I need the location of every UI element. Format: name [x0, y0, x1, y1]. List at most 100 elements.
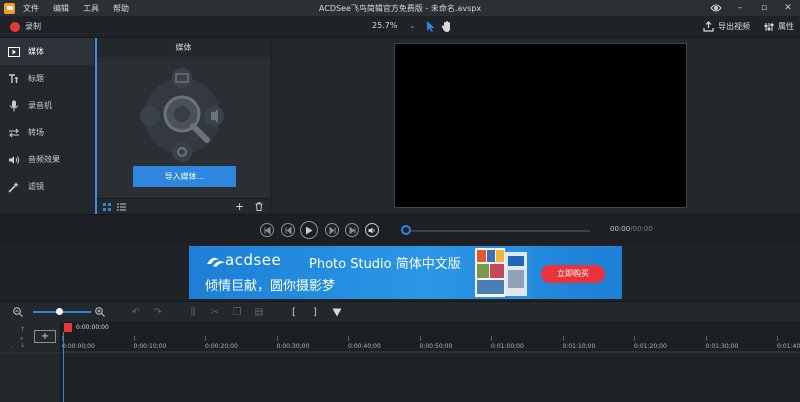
track-header: ↑ ⌕ ↓ + ◦	[0, 322, 61, 402]
pointer-tool-icon[interactable]	[425, 20, 436, 33]
zoom-select[interactable]: 25.7% ⌄	[372, 21, 415, 30]
forward-icon	[329, 226, 335, 234]
ruler-tick	[419, 336, 421, 341]
paste-icon[interactable]: ▤	[253, 306, 265, 318]
split-icon[interactable]: ⫼	[187, 306, 199, 318]
sidebar-item-audio-effect[interactable]: 音频效果	[0, 146, 94, 173]
rewind-icon	[285, 226, 291, 234]
sidebar-item-label: 媒体	[28, 47, 44, 56]
sidebar-item-label: 转场	[28, 128, 44, 137]
previous-icon	[264, 226, 270, 234]
playback-progress-track[interactable]	[405, 230, 590, 232]
timeline-zoom-knob[interactable]	[56, 308, 63, 315]
video-preview-canvas[interactable]	[394, 43, 687, 208]
app-logo-icon	[4, 2, 15, 14]
play-button[interactable]	[300, 221, 318, 239]
buy-now-button[interactable]: 立即购买	[541, 265, 605, 283]
volume-button[interactable]	[365, 223, 379, 237]
microphone-icon	[8, 100, 20, 112]
next-icon	[349, 226, 355, 234]
sidebar-item-label: 音频效果	[28, 155, 60, 164]
next-frame-button[interactable]	[345, 223, 359, 237]
ad-banner[interactable]: acdsee Photo Studio 简体中文版 倾情巨献，圆你摄影梦 立即购…	[189, 246, 622, 299]
previous-frame-button[interactable]	[260, 223, 274, 237]
menu-tools[interactable]: 工具	[83, 3, 99, 14]
trash-icon[interactable]	[255, 202, 263, 211]
sidebar-item-title[interactable]: 标题	[0, 65, 94, 92]
export-label: 导出视频	[718, 22, 750, 31]
mark-out-icon[interactable]: ]	[309, 306, 321, 318]
sidebar-item-label: 录音机	[28, 101, 52, 110]
sidebar-item-recorder[interactable]: 录音机	[0, 92, 94, 119]
properties-icon	[764, 22, 774, 31]
playback-progress-knob[interactable]	[401, 225, 411, 235]
preview-area	[272, 38, 800, 214]
close-icon[interactable]: ✕	[782, 2, 794, 14]
record-icon	[10, 21, 20, 32]
copy-icon[interactable]: ❐	[231, 306, 243, 318]
account-icon[interactable]	[710, 2, 722, 14]
track-divider	[0, 352, 800, 353]
title-bar: 文件 编辑 工具 帮助 ACDSee飞鸟简辑官方免费版 - 未命名.avspx …	[0, 0, 800, 16]
record-button[interactable]: 录制	[10, 21, 41, 32]
timeline-ruler[interactable]: 0:00:00;00 0:00:00;00 0:00:10;00 0:00:20;0…	[62, 322, 800, 352]
title-icon	[8, 73, 20, 85]
timeline: ↑ ⌕ ↓ + ◦ 0:00:00;00 0:00:00;00 0:00:10;0…	[0, 322, 800, 402]
sidebar: 媒体 标题 录音机 转场 音频效果 滤镜	[0, 38, 94, 214]
import-media-button[interactable]: 导入媒体...	[133, 166, 236, 187]
add-media-icon[interactable]: +	[235, 200, 244, 213]
export-video-button[interactable]: 导出视频	[703, 21, 750, 32]
grid-view-icon[interactable]	[103, 203, 111, 211]
ruler-tick-label: 0:01:00;00	[491, 343, 524, 350]
cut-icon[interactable]: ✂	[209, 306, 221, 318]
properties-button[interactable]: 属性	[764, 21, 794, 32]
playback-controls: 00:00/00:00	[0, 214, 800, 245]
track-target-icon: ◦	[10, 344, 14, 351]
playback-time: 00:00/00:00	[610, 225, 653, 233]
media-icon	[8, 46, 20, 58]
zoom-in-icon[interactable]	[94, 306, 106, 318]
transition-icon	[8, 127, 20, 139]
menu-help[interactable]: 帮助	[113, 3, 129, 14]
minimize-icon[interactable]: –	[734, 2, 746, 14]
maximize-icon[interactable]: ▫	[758, 2, 770, 14]
marker-icon[interactable]	[331, 306, 343, 318]
sidebar-item-filter[interactable]: 滤镜	[0, 173, 94, 200]
acdsee-logo-icon	[207, 257, 225, 267]
ruler-tick-label: 0:01:40;0	[777, 343, 800, 350]
current-time: 00:00	[610, 225, 631, 233]
timeline-toolbar: ↶ ↷ ⫼ ✂ ❐ ▤ [ ]	[0, 301, 800, 322]
ruler-tick-label: 0:01:30;00	[705, 343, 739, 350]
product-box-image	[471, 246, 531, 299]
list-view-icon[interactable]	[117, 203, 126, 211]
ruler-tick-label: 0:00:50;00	[419, 343, 453, 350]
export-icon	[703, 21, 714, 32]
rewind-button[interactable]	[281, 223, 295, 237]
total-time: /00:00	[630, 225, 653, 233]
add-track-button[interactable]: +	[34, 330, 56, 343]
forward-button[interactable]	[325, 223, 339, 237]
menu-edit[interactable]: 编辑	[53, 3, 69, 14]
hand-tool-icon[interactable]	[441, 20, 453, 33]
banner-brand: acdsee	[225, 251, 282, 269]
video-track[interactable]	[62, 352, 800, 402]
sidebar-item-media[interactable]: 媒体	[0, 38, 94, 65]
ruler-tick-label: 0:00:20;00	[205, 343, 238, 350]
zoom-out-icon[interactable]	[12, 306, 24, 318]
menu-file[interactable]: 文件	[23, 3, 39, 14]
mark-in-icon[interactable]: [	[288, 306, 300, 318]
undo-icon[interactable]: ↶	[130, 306, 142, 318]
ruler-tick	[634, 336, 635, 341]
redo-icon[interactable]: ↷	[152, 306, 164, 318]
ruler-tick	[562, 336, 564, 341]
chevron-down-icon: ⌄	[409, 21, 416, 30]
media-panel-title: 媒体	[97, 38, 270, 57]
ruler-tick-label: 0:00:00;00	[62, 343, 95, 350]
sidebar-item-transition[interactable]: 转场	[0, 119, 94, 146]
ad-banner-area: acdsee Photo Studio 简体中文版 倾情巨献，圆你摄影梦 立即购…	[0, 245, 800, 301]
media-panel-footer: +	[97, 198, 270, 214]
track-down-icon[interactable]: ↓	[20, 342, 25, 349]
zoom-value: 25.7%	[372, 21, 398, 30]
playhead-handle[interactable]	[64, 323, 72, 332]
track-up-icon[interactable]: ↑	[20, 326, 25, 333]
